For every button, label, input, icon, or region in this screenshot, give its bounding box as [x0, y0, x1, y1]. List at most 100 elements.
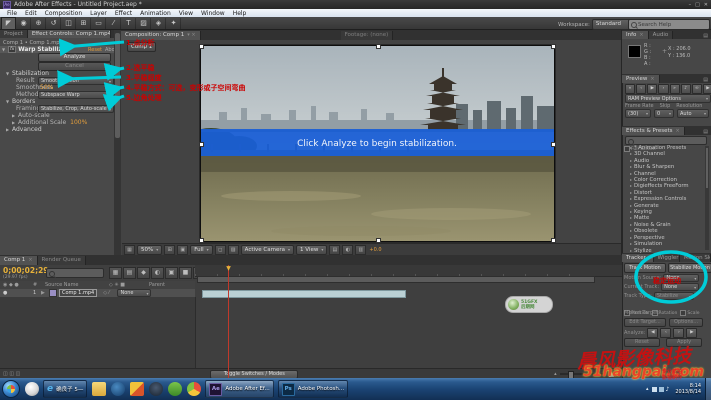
tray-icon[interactable] — [652, 387, 657, 392]
thunder-icon[interactable] — [168, 382, 182, 396]
frame-blending-icon[interactable]: ◐ — [151, 267, 164, 279]
layer-handle[interactable] — [199, 44, 204, 49]
menu-item[interactable]: View — [175, 10, 197, 17]
playhead-line[interactable] — [228, 265, 229, 378]
pixel-aspect-icon[interactable]: ▤ — [329, 245, 340, 255]
work-area-bar[interactable] — [197, 276, 595, 283]
track-motion-button[interactable]: Track Motion — [624, 263, 666, 273]
tab-project[interactable]: Project — [0, 30, 28, 38]
pen-tool-icon[interactable]: ⁄ — [107, 18, 121, 29]
resolution-preview-dropdown[interactable]: Auto▾ — [677, 109, 709, 118]
brush-tool-icon[interactable]: ▨ — [137, 18, 151, 29]
menu-item[interactable]: Edit — [21, 10, 41, 17]
tab-preview[interactable]: Preview× — [622, 75, 660, 83]
layer-twirl-icon[interactable]: ▶ — [41, 290, 49, 296]
safe-guides-icon[interactable]: ⊞ — [164, 245, 175, 255]
ram-preview-icon[interactable]: ▶ — [703, 84, 711, 94]
chrome-icon[interactable] — [187, 382, 201, 396]
region-of-interest-icon[interactable]: ◻ — [215, 245, 226, 255]
track-type-dropdown[interactable]: Stabilize▾ — [654, 292, 694, 300]
magnification-dropdown[interactable]: 50%▾ — [137, 245, 162, 255]
stabilize-motion-button[interactable]: Stabilize Motion — [668, 263, 711, 273]
analyze-forward-icon[interactable]: ▶ — [686, 328, 697, 338]
ie-taskbar-button[interactable]: e 确良子 5— — [43, 380, 87, 398]
layer-duration-bar[interactable] — [202, 290, 406, 298]
shape-tool-icon[interactable]: ▭ — [92, 18, 106, 29]
video-viewport[interactable]: Click Analyze to begin stabilization. — [200, 45, 555, 242]
pan-behind-tool-icon[interactable]: ⊞ — [77, 18, 91, 29]
brainstorm-icon[interactable]: ■ — [179, 267, 192, 279]
tab-motion-sketch[interactable]: Motion Sk — [680, 254, 711, 262]
timeline-search-input[interactable] — [46, 268, 104, 278]
tray-icon[interactable] — [659, 387, 664, 392]
edit-target-button[interactable]: Edit Target... — [624, 318, 666, 327]
draft-3d-icon[interactable]: ▤ — [123, 267, 136, 279]
player-icon[interactable] — [149, 382, 163, 396]
tab-footage[interactable]: Footage: (none) — [341, 31, 394, 40]
transparency-grid-icon[interactable]: ▨ — [228, 245, 239, 255]
close-tab-icon[interactable]: ▾ × — [187, 32, 195, 38]
mask-visibility-icon[interactable]: ▣ — [177, 245, 188, 255]
show-desktop-button[interactable] — [705, 378, 711, 400]
first-frame-icon[interactable]: « — [625, 84, 635, 94]
rotate-tool-icon[interactable]: ↺ — [47, 18, 61, 29]
comp-mini-flowchart-icon[interactable]: ▦ — [109, 267, 122, 279]
menu-item[interactable]: Window — [197, 10, 229, 17]
next-frame-icon[interactable]: › — [658, 84, 668, 94]
prev-frame-icon[interactable]: ‹ — [636, 84, 646, 94]
hide-shy-icon[interactable]: ◆ — [137, 267, 150, 279]
tab-effects-presets[interactable]: Effects & Presets× — [622, 127, 685, 135]
expand-icons[interactable]: ◫ ◫ ◫ — [0, 371, 20, 377]
exposure-value[interactable]: +0.0 — [369, 247, 381, 253]
qq-icon[interactable] — [25, 382, 39, 396]
volume-icon[interactable]: ♪ — [666, 386, 670, 393]
tab-effect-controls[interactable]: Effect Controls: Comp 1.mp4 — [28, 30, 111, 38]
clock[interactable]: 8:14 2013/8/14 — [675, 383, 701, 395]
effects-search-input[interactable] — [625, 136, 707, 145]
playhead-marker[interactable]: ▼ — [224, 265, 233, 273]
analyze-button[interactable]: Analyze — [38, 53, 111, 62]
effect-header-row[interactable]: ▼ fx Warp Stabilizer Reset About... — [0, 46, 115, 53]
folder-icon[interactable] — [92, 382, 106, 396]
zoom-tool-icon[interactable]: ⊕ — [32, 18, 46, 29]
layer-switches[interactable]: ◇ ⁄ — [103, 290, 109, 296]
globe-icon[interactable] — [111, 382, 125, 396]
menu-item[interactable]: Layer — [86, 10, 111, 17]
additional-scale-row[interactable]: ▶Additional Scale 100% — [0, 119, 125, 126]
play-icon[interactable]: ▶ — [647, 84, 657, 94]
clone-stamp-tool-icon[interactable]: ◈ — [152, 18, 166, 29]
media-app-icon[interactable] — [130, 382, 144, 396]
layer-handle[interactable] — [199, 142, 204, 147]
menu-item[interactable]: File — [3, 10, 21, 17]
skip-dropdown[interactable]: 0▾ — [654, 109, 674, 118]
tab-render-queue[interactable]: Render Queue — [38, 256, 86, 265]
camera-tool-icon[interactable]: ◫ — [62, 18, 76, 29]
start-button[interactable] — [2, 380, 20, 398]
analyze-backward-icon[interactable]: ◀ — [647, 328, 658, 338]
panel-menu-icon[interactable]: ▤ — [700, 129, 711, 135]
panel-menu-icon[interactable]: ▤ — [700, 77, 711, 83]
zoom-out-mountain-icon[interactable]: ▴ — [554, 371, 557, 377]
search-help-box[interactable]: Search Help — [628, 19, 710, 30]
col-source-name[interactable]: Source Name — [45, 282, 109, 288]
resolution-dropdown[interactable]: Full▾ — [190, 245, 212, 255]
col-number[interactable]: # — [33, 282, 45, 288]
tab-timeline-comp[interactable]: Comp 1× — [0, 256, 38, 265]
frame-rate-dropdown[interactable]: (30)▾ — [625, 109, 651, 118]
text-tool-icon[interactable]: T — [122, 18, 136, 29]
reset-link[interactable]: Reset — [88, 47, 102, 53]
analyze-1-backward-icon[interactable]: ‹ — [660, 328, 671, 338]
eye-icon[interactable]: ● — [0, 290, 13, 296]
layer-handle[interactable] — [551, 142, 556, 147]
loop-icon[interactable]: ∞ — [692, 84, 702, 94]
always-preview-icon[interactable]: ▦ — [124, 245, 135, 255]
menu-item[interactable]: Composition — [41, 10, 86, 17]
fast-preview-icon[interactable]: ◐ — [342, 245, 353, 255]
view-layout-dropdown[interactable]: 1 View▾ — [296, 245, 327, 255]
parent-dropdown[interactable]: None▾ — [117, 289, 151, 297]
col-parent[interactable]: Parent — [149, 282, 165, 288]
options-button[interactable]: Options... — [669, 318, 703, 327]
current-time-display[interactable]: 0;00;02;29 (29.97 fps) — [3, 267, 49, 280]
close-icon[interactable]: ✕ — [704, 2, 708, 8]
camera-dropdown[interactable]: Active Camera▾ — [241, 245, 294, 255]
